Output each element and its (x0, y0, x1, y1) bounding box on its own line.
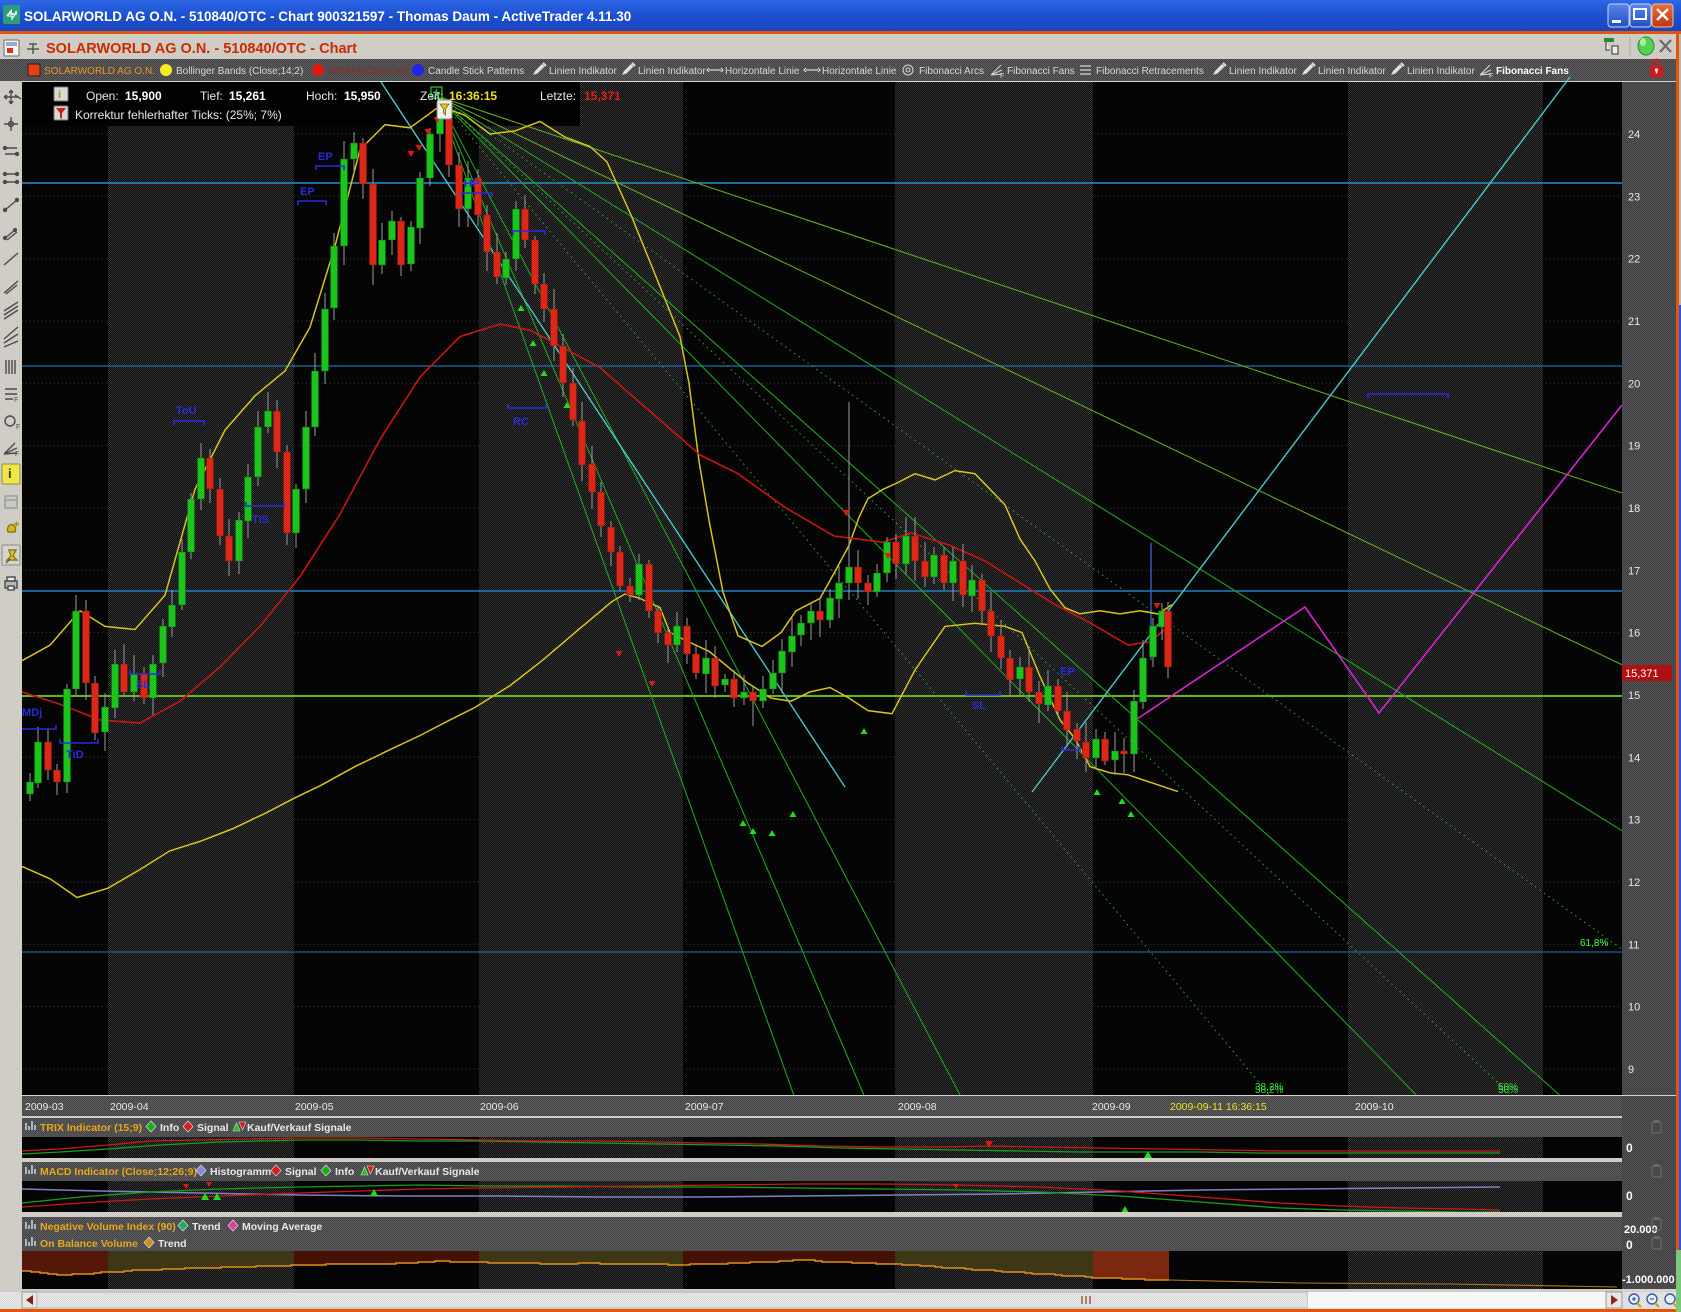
svg-text:Trend: Trend (158, 1238, 187, 1250)
svg-text:12: 12 (1628, 877, 1640, 889)
svg-text:2009-06: 2009-06 (480, 1101, 519, 1113)
svg-text:15,261: 15,261 (229, 89, 266, 103)
svg-text:ToU: ToU (176, 405, 197, 417)
svg-text:Fibonacci Fans: Fibonacci Fans (1007, 66, 1075, 77)
svg-text:15,371: 15,371 (584, 89, 621, 103)
svg-text:HP: HP (464, 178, 479, 190)
svg-text:13: 13 (1628, 815, 1640, 827)
svg-text:Zeit:: Zeit: (420, 89, 443, 103)
svg-text:Horizontale Linie: Horizontale Linie (725, 66, 800, 77)
svg-text:23: 23 (1628, 191, 1640, 203)
svg-text:0: 0 (1626, 1238, 1633, 1252)
svg-text:Trend: Trend (192, 1221, 221, 1233)
svg-text:Korrektur fehlerhafter Ticks:: Korrektur fehlerhafter Ticks: (25%; 7%) (75, 108, 282, 122)
svg-text:i: i (58, 89, 61, 101)
svg-text:EP: EP (1060, 666, 1075, 678)
svg-text:SOLARWORLD AG O.N. - 510840/OT: SOLARWORLD AG O.N. - 510840/OTC - Chart … (24, 9, 631, 24)
svg-text:F: F (1000, 73, 1004, 80)
svg-text:Fibonacci Fans: Fibonacci Fans (1496, 66, 1569, 77)
svg-text:Linien Indikator: Linien Indikator (549, 66, 617, 77)
svg-text:11: 11 (1628, 939, 1639, 951)
svg-text:15: 15 (1628, 690, 1640, 702)
svg-text:Histogramm: Histogramm (210, 1166, 271, 1178)
svg-text:50%: 50% (1498, 1085, 1518, 1096)
svg-text:19: 19 (1628, 441, 1640, 453)
svg-text:Linien Indikator: Linien Indikator (1407, 66, 1475, 77)
svg-text:TIS: TIS (252, 514, 269, 526)
svg-text:16: 16 (1628, 628, 1640, 640)
svg-text:38,2%: 38,2% (1255, 1085, 1283, 1096)
svg-text:Letzte:: Letzte: (540, 89, 576, 103)
svg-text:EP: EP (300, 186, 315, 198)
svg-text:SOLARWORLD AG O.N. - 510840/OT: SOLARWORLD AG O.N. - 510840/OTC - Chart (46, 41, 357, 57)
svg-text:Signal: Signal (197, 1122, 229, 1134)
svg-text:RC: RC (513, 416, 529, 428)
svg-text:TiD: TiD (66, 749, 84, 761)
svg-text:2009-04: 2009-04 (110, 1101, 149, 1113)
svg-text:21: 21 (1628, 316, 1640, 328)
svg-text:EP: EP (318, 151, 333, 163)
svg-text:SOLARWORLD AG O.N.: SOLARWORLD AG O.N. (44, 66, 155, 77)
svg-text:15,950: 15,950 (344, 89, 381, 103)
svg-text:F: F (15, 451, 19, 458)
svg-text:On Balance Volume: On Balance Volume (40, 1238, 138, 1250)
svg-text:Fibonacci Retracements: Fibonacci Retracements (1096, 66, 1204, 77)
svg-text:Candle Stick Patterns: Candle Stick Patterns (428, 66, 524, 77)
svg-text:MACD Indicator (Close;12;26;9): MACD Indicator (Close;12;26;9) (40, 1166, 197, 1178)
svg-text:24: 24 (1628, 129, 1640, 141)
svg-text:SL: SL (136, 679, 150, 691)
svg-text:MDj: MDj (22, 707, 42, 719)
svg-text:Info: Info (335, 1166, 354, 1178)
svg-text:F: F (14, 397, 18, 404)
svg-text:9: 9 (1628, 1064, 1634, 1076)
svg-text:Fibonacci Arcs: Fibonacci Arcs (919, 66, 984, 77)
svg-text:Horizontale Linie: Horizontale Linie (822, 66, 897, 77)
svg-text:2009-07: 2009-07 (685, 1101, 724, 1113)
svg-text:i: i (8, 466, 12, 481)
svg-text:22: 22 (1628, 254, 1640, 266)
svg-text:0: 0 (1626, 1141, 1633, 1155)
svg-text:WWMA(Close;20): WWMA(Close;20) (328, 66, 408, 77)
svg-text:15,371: 15,371 (1625, 668, 1659, 680)
svg-text:2009-10: 2009-10 (1355, 1101, 1394, 1113)
svg-text:F: F (1489, 73, 1493, 80)
svg-text:17: 17 (1628, 565, 1640, 577)
svg-text:2009-08: 2009-08 (898, 1101, 937, 1113)
svg-text:Kauf/Verkauf Signale: Kauf/Verkauf Signale (375, 1166, 480, 1178)
svg-text:2009-05: 2009-05 (295, 1101, 334, 1113)
svg-text:Info: Info (160, 1122, 179, 1134)
svg-text:-1.000.000: -1.000.000 (1622, 1274, 1675, 1286)
svg-text:Signal: Signal (285, 1166, 317, 1178)
svg-text:SL: SL (972, 700, 986, 712)
svg-text:10: 10 (1628, 1002, 1640, 1014)
svg-text:Tief:: Tief: (200, 89, 223, 103)
svg-text:0: 0 (1626, 1189, 1633, 1203)
svg-text:20: 20 (1628, 378, 1640, 390)
svg-text:Kauf/Verkauf Signale: Kauf/Verkauf Signale (247, 1122, 352, 1134)
svg-text:F: F (16, 424, 20, 431)
svg-text:61,8%: 61,8% (1580, 938, 1608, 949)
svg-text:Open:: Open: (86, 89, 119, 103)
svg-text:Negative Volume Index (90): Negative Volume Index (90) (40, 1221, 176, 1233)
svg-text:Hoch:: Hoch: (306, 89, 337, 103)
svg-text:14: 14 (1628, 752, 1640, 764)
svg-text:Moving Average: Moving Average (242, 1221, 322, 1233)
svg-text:Bollinger Bands (Close;14;2): Bollinger Bands (Close;14;2) (176, 66, 303, 77)
svg-text:2009-09-11 16:36:15: 2009-09-11 16:36:15 (1170, 1101, 1267, 1113)
svg-text:15,900: 15,900 (125, 89, 162, 103)
svg-text:2009-03: 2009-03 (25, 1101, 64, 1113)
svg-text:2009-09: 2009-09 (1092, 1101, 1131, 1113)
svg-text:16:36:15: 16:36:15 (449, 89, 497, 103)
svg-text:18: 18 (1628, 503, 1640, 515)
svg-text:Linien Indikator: Linien Indikator (1229, 66, 1297, 77)
svg-text:TRIX Indicator (15;9): TRIX Indicator (15;9) (40, 1122, 142, 1134)
svg-text:Linien Indikator: Linien Indikator (638, 66, 706, 77)
svg-text:Linien Indikator: Linien Indikator (1318, 66, 1386, 77)
